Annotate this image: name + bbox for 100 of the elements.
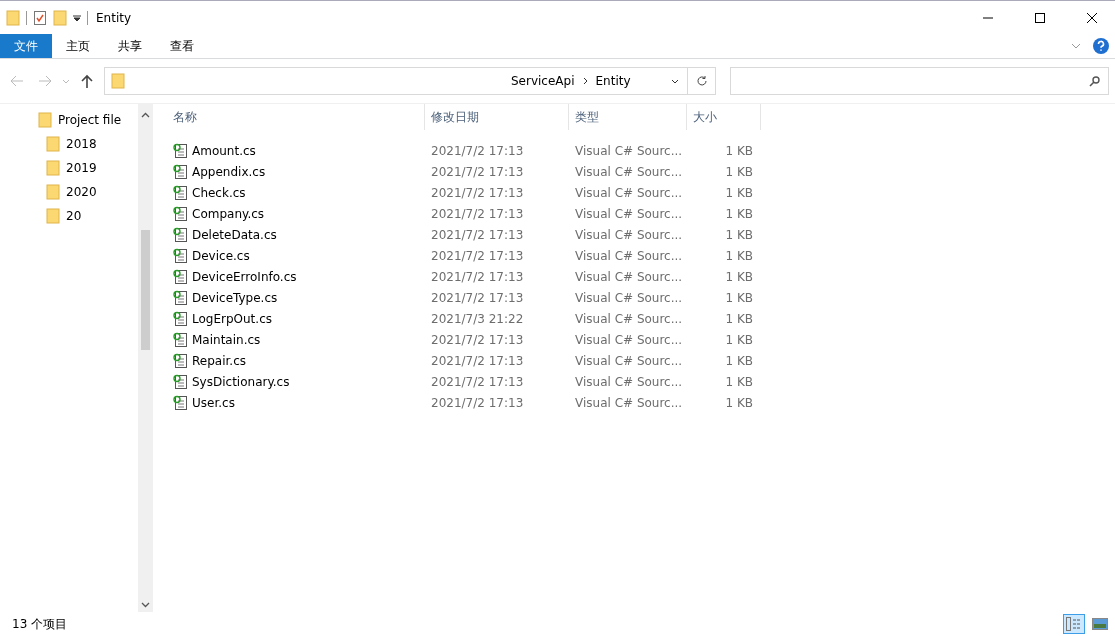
modified-date: 2021/7/2 17:13 — [430, 227, 525, 242]
modified-date: 2021/7/2 17:13 — [430, 206, 525, 221]
file-size: 1 KB — [724, 395, 754, 410]
ribbon-tab[interactable]: 查看 — [156, 34, 208, 58]
file-type: Visual C# Sourc... — [574, 248, 684, 263]
modified-date: 2021/7/2 17:13 — [430, 164, 525, 179]
properties-icon[interactable] — [33, 9, 47, 26]
close-icon[interactable] — [1087, 12, 1097, 23]
file-size: 1 KB — [724, 290, 754, 305]
ribbon-tab[interactable]: 共享 — [104, 34, 156, 58]
modified-date: 2021/7/2 17:13 — [430, 290, 525, 305]
modified-date: 2021/7/2 17:13 — [430, 143, 525, 158]
folder-icon — [6, 9, 20, 26]
column-header[interactable]: 修改日期 — [425, 104, 569, 130]
folder-label[interactable]: Project file — [58, 113, 122, 127]
file-size: 1 KB — [724, 269, 754, 284]
breadcrumb[interactable]: ServiceApi — [511, 74, 575, 88]
item-count: 13 个项目 — [12, 615, 68, 633]
file-type: Visual C# Sourc... — [574, 395, 684, 410]
folder-label[interactable]: 20 — [66, 209, 82, 223]
dropdown-icon[interactable] — [73, 13, 81, 22]
address-dropdown-icon[interactable] — [671, 78, 679, 84]
scroll-up-icon[interactable] — [141, 112, 150, 118]
breadcrumb[interactable]: Entity — [595, 74, 631, 88]
file-type: Visual C# Sourc... — [574, 143, 684, 158]
file-name[interactable]: SysDictionary.cs — [192, 374, 290, 389]
file-name[interactable]: Appendix.cs — [192, 164, 266, 179]
csharp-file-icon — [173, 184, 188, 201]
csharp-file-icon — [173, 352, 188, 369]
ribbon-tab[interactable]: 文件 — [0, 34, 52, 58]
file-name[interactable]: Device.cs — [192, 248, 250, 263]
file-type: Visual C# Sourc... — [574, 290, 684, 305]
details-view-button[interactable] — [1063, 614, 1085, 634]
file-type: Visual C# Sourc... — [574, 227, 684, 242]
address-bar[interactable]: ServiceApi Entity — [104, 67, 716, 95]
ribbon-tab[interactable]: 主页 — [52, 34, 104, 58]
chevron-icon — [582, 77, 588, 85]
file-size: 1 KB — [724, 374, 754, 389]
csharp-file-icon — [173, 142, 188, 159]
csharp-file-icon — [173, 310, 188, 327]
file-type: Visual C# Sourc... — [574, 164, 684, 179]
csharp-file-icon — [173, 247, 188, 264]
file-size: 1 KB — [724, 206, 754, 221]
file-type: Visual C# Sourc... — [574, 206, 684, 221]
folder-label[interactable]: 2019 — [66, 161, 97, 175]
csharp-file-icon — [173, 226, 188, 243]
file-name[interactable]: DeleteData.cs — [192, 227, 277, 242]
folder-label[interactable]: 2020 — [66, 185, 97, 199]
csharp-file-icon — [173, 289, 188, 306]
refresh-icon[interactable] — [695, 75, 708, 87]
modified-date: 2021/7/2 17:13 — [430, 374, 525, 389]
file-name[interactable]: Amount.cs — [192, 143, 256, 158]
file-type: Visual C# Sourc... — [574, 353, 684, 368]
file-size: 1 KB — [724, 143, 754, 158]
column-header[interactable]: 大小 — [687, 104, 761, 130]
folder-icon — [38, 112, 52, 128]
column-header[interactable]: 名称 — [167, 104, 425, 130]
csharp-file-icon — [173, 205, 188, 222]
modified-date: 2021/7/2 17:13 — [430, 248, 525, 263]
column-header[interactable]: 类型 — [569, 104, 687, 130]
file-size: 1 KB — [724, 311, 754, 326]
modified-date: 2021/7/3 21:22 — [430, 311, 525, 326]
file-name[interactable]: User.cs — [192, 395, 235, 410]
maximize-icon[interactable] — [1035, 12, 1045, 23]
up-arrow-icon[interactable] — [81, 74, 93, 88]
file-name[interactable]: DeviceType.cs — [192, 290, 278, 305]
folder-icon — [46, 184, 60, 200]
csharp-file-icon — [173, 373, 188, 390]
folder-icon — [111, 73, 125, 89]
file-size: 1 KB — [724, 248, 754, 263]
modified-date: 2021/7/2 17:13 — [430, 395, 525, 410]
scroll-down-icon[interactable] — [141, 602, 150, 608]
modified-date: 2021/7/2 17:13 — [430, 185, 525, 200]
file-size: 1 KB — [724, 185, 754, 200]
csharp-file-icon — [173, 331, 188, 348]
file-name[interactable]: LogErpOut.cs — [192, 311, 272, 326]
scroll-thumb[interactable] — [141, 230, 150, 350]
file-type: Visual C# Sourc... — [574, 332, 684, 347]
folder-icon — [46, 160, 60, 176]
folder-icon — [46, 208, 60, 224]
file-type: Visual C# Sourc... — [574, 185, 684, 200]
file-name[interactable]: DeviceErroInfo.cs — [192, 269, 297, 284]
file-name[interactable]: Repair.cs — [192, 353, 246, 368]
file-name[interactable]: Check.cs — [192, 185, 246, 200]
expand-ribbon-icon[interactable] — [1071, 43, 1081, 49]
folder-label[interactable]: 2018 — [66, 137, 97, 151]
help-icon[interactable] — [1093, 38, 1109, 54]
file-size: 1 KB — [724, 227, 754, 242]
csharp-file-icon — [173, 394, 188, 411]
csharp-file-icon — [173, 268, 188, 285]
search-field[interactable] — [730, 67, 1109, 95]
file-name[interactable]: Maintain.cs — [192, 332, 261, 347]
file-size: 1 KB — [724, 164, 754, 179]
file-type: Visual C# Sourc... — [574, 269, 684, 284]
file-name[interactable]: Company.cs — [192, 206, 265, 221]
csharp-file-icon — [173, 163, 188, 180]
file-type: Visual C# Sourc... — [574, 311, 684, 326]
window-title: Entity — [96, 10, 132, 25]
folder-icon — [46, 136, 60, 152]
file-size: 1 KB — [724, 353, 754, 368]
